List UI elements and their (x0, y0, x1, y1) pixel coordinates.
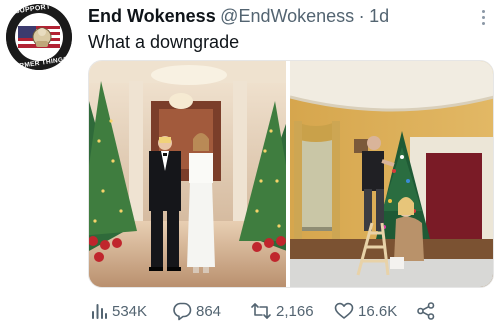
more-icon[interactable] (476, 10, 490, 28)
retweet-icon (251, 303, 271, 319)
reply-button[interactable]: 864 (172, 300, 221, 322)
photo-right-image (290, 61, 493, 287)
tweet-actions: 534K 864 2,166 16.6K (90, 300, 440, 322)
heart-icon (334, 302, 354, 319)
retweet-count: 2,166 (276, 302, 314, 320)
retweet-button[interactable]: 2,166 (250, 300, 314, 322)
tweet-text: What a downgrade (88, 32, 240, 52)
like-button[interactable]: 16.6K (334, 300, 397, 322)
like-count: 16.6K (358, 302, 398, 320)
photo-left[interactable] (89, 61, 287, 287)
share-button[interactable] (416, 300, 436, 322)
views-button[interactable]: 534K (90, 300, 147, 322)
display-name[interactable]: End Wokeness (88, 6, 216, 26)
analytics-icon (92, 304, 107, 319)
timestamp[interactable]: 1d (369, 6, 389, 26)
tweet-header: End Wokeness @EndWokeness · 1d (88, 6, 472, 30)
views-count: 534K (112, 302, 148, 320)
photo-left-image (89, 61, 287, 287)
avatar[interactable]: I SUPPORT THE FORMER THINGS (6, 4, 72, 70)
reply-icon (173, 302, 192, 321)
photo-right[interactable] (290, 61, 493, 287)
media-grid (88, 60, 494, 288)
separator-dot: · (358, 6, 365, 26)
user-handle[interactable]: @EndWokeness (220, 6, 354, 26)
share-icon (417, 302, 435, 320)
reply-count: 864 (196, 302, 222, 320)
